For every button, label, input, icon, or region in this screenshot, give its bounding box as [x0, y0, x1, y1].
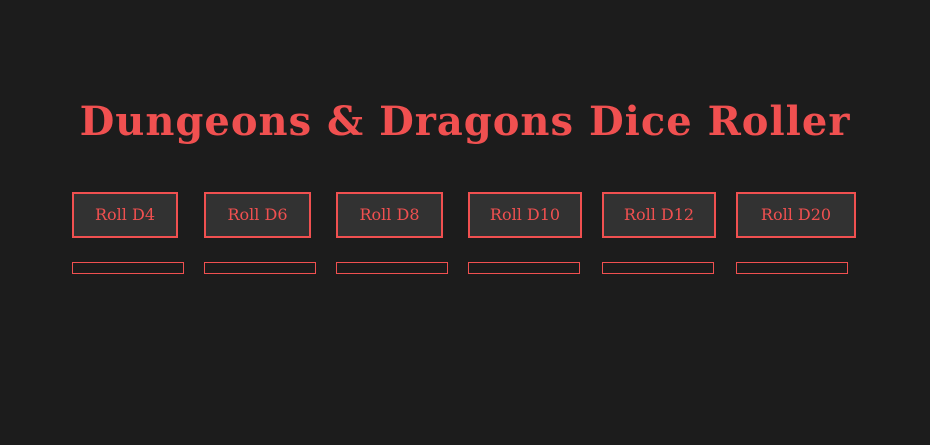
die-d8: Roll D8: [336, 192, 448, 274]
d4-result-box: [72, 262, 184, 274]
d8-result-box: [336, 262, 448, 274]
d20-result-box: [736, 262, 848, 274]
die-d10: Roll D10: [468, 192, 582, 274]
d12-result-box: [602, 262, 714, 274]
roll-d10-button[interactable]: Roll D10: [468, 192, 582, 238]
d10-result-box: [468, 262, 580, 274]
die-d6: Roll D6: [204, 192, 316, 274]
page-title: Dungeons & Dragons Dice Roller: [79, 98, 851, 145]
d6-result-box: [204, 262, 316, 274]
dice-roller-page: Dungeons & Dragons Dice Roller Roll D4 R…: [0, 0, 930, 445]
die-d12: Roll D12: [602, 192, 716, 274]
die-d4: Roll D4: [72, 192, 184, 274]
roll-d6-button[interactable]: Roll D6: [204, 192, 311, 238]
roll-d12-button[interactable]: Roll D12: [602, 192, 716, 238]
roll-d4-button[interactable]: Roll D4: [72, 192, 178, 238]
roll-d8-button[interactable]: Roll D8: [336, 192, 443, 238]
die-d20: Roll D20: [736, 192, 856, 274]
roll-d20-button[interactable]: Roll D20: [736, 192, 856, 238]
